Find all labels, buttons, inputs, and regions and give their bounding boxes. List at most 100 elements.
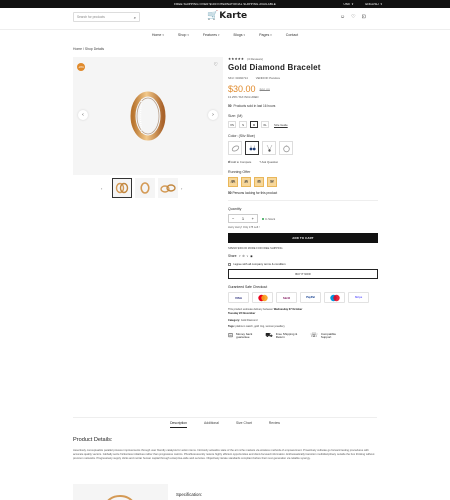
maestro-logo bbox=[329, 294, 340, 301]
header-icons: ☺ ♡ ⊡ bbox=[340, 14, 366, 20]
ring-thumb-image bbox=[115, 182, 129, 194]
chevron-down-icon: ▾ bbox=[380, 2, 382, 6]
search-icon[interactable]: ⌕ bbox=[134, 15, 136, 20]
feature-line: Return bbox=[275, 335, 285, 340]
wishlist-heart-icon[interactable]: ♡ bbox=[214, 62, 218, 68]
category-value[interactable]: Gold Diamond bbox=[241, 319, 258, 322]
old-price: $60.00 bbox=[259, 88, 270, 92]
nav-blogs[interactable]: Blogs ▾ bbox=[234, 33, 246, 37]
tags-label: Tags: bbox=[228, 324, 235, 328]
question-label: Ask Question bbox=[261, 160, 279, 164]
offer-countdown: 68 DAYS 16 HRS 25 MIN 52 SEC bbox=[228, 177, 378, 187]
product-tabs: Description Additional Size Chart Review bbox=[73, 417, 377, 428]
tab-review[interactable]: Review bbox=[269, 421, 280, 428]
in-stock-dot-icon bbox=[262, 217, 264, 220]
thumbnail-3[interactable] bbox=[158, 178, 178, 198]
nav-label: Contact bbox=[285, 33, 299, 37]
maestro-icon bbox=[324, 292, 345, 303]
tags-value[interactable]: platinum watch, gold ring, women jewelle… bbox=[235, 325, 284, 328]
feature-line: Support bbox=[320, 335, 332, 340]
color-options bbox=[228, 141, 378, 155]
nav-label: Pages bbox=[259, 33, 270, 37]
product-details-text: Assertively conceptualize parallel proce… bbox=[73, 449, 375, 461]
pinterest-icon[interactable]: ℗ bbox=[242, 254, 244, 258]
nav-features[interactable]: Features ▾ bbox=[203, 33, 220, 37]
nav-pages[interactable]: Pages ▾ bbox=[259, 33, 272, 37]
specification-title: Specification: bbox=[176, 492, 203, 497]
cart-icon[interactable]: ⊡ bbox=[362, 14, 366, 20]
review-count[interactable]: (3 Reviews) bbox=[247, 57, 263, 61]
hurry-note: Hurry Hurry! Only 175 Left ! bbox=[228, 226, 260, 229]
money-icon: ⊟ bbox=[228, 332, 234, 339]
thumbnail-1[interactable] bbox=[112, 178, 132, 198]
product-meta: SKU: 33492714 VENDOR: Pandora bbox=[228, 76, 378, 80]
product-details-title: Product Details: bbox=[73, 437, 113, 443]
twitter-icon[interactable]: ʏ bbox=[247, 254, 249, 258]
quantity-stepper[interactable]: − 1 + bbox=[228, 214, 258, 223]
truck-icon: ⛟ bbox=[265, 332, 273, 339]
thumbnail-2[interactable] bbox=[135, 178, 155, 198]
currency-select[interactable]: USD ▾ bbox=[343, 2, 353, 6]
color-swatch-1[interactable] bbox=[228, 141, 242, 155]
color-swatch-4[interactable] bbox=[279, 141, 293, 155]
user-icon[interactable]: ☺ bbox=[340, 14, 345, 20]
wishlist-icon[interactable]: ♡ bbox=[351, 14, 355, 20]
size-label-text: Size: bbox=[228, 114, 236, 118]
nav-home[interactable]: Home ▾ bbox=[152, 33, 164, 37]
search-input[interactable]: Search for products ⌕ bbox=[73, 12, 140, 22]
quantity-value[interactable]: 1 bbox=[242, 216, 244, 221]
buy-now-button[interactable]: BUY IT NOW bbox=[228, 269, 378, 279]
plus-icon[interactable]: + bbox=[252, 216, 254, 221]
add-to-cart-button[interactable]: ADD TO CART bbox=[228, 233, 378, 243]
nav-label: Home bbox=[151, 33, 162, 37]
color-swatch-2[interactable] bbox=[245, 141, 259, 155]
tab-description[interactable]: Description bbox=[170, 421, 188, 428]
tab-additional[interactable]: Additional bbox=[204, 421, 219, 428]
nav-label: Blogs bbox=[233, 33, 243, 37]
breadcrumb[interactable]: Home / Shop Details bbox=[73, 47, 104, 51]
seconds-unit: SEC bbox=[270, 181, 274, 184]
minus-icon[interactable]: − bbox=[232, 216, 234, 221]
divider bbox=[228, 200, 378, 201]
size-option-m[interactable]: M bbox=[250, 121, 258, 128]
gallery-next-button[interactable]: › bbox=[208, 110, 218, 120]
add-to-compare-link[interactable]: ⇄ Add to Compare bbox=[228, 160, 251, 164]
bracelet-swatch-image bbox=[231, 145, 239, 151]
sale-badge: -20% bbox=[77, 63, 85, 71]
ring-thumb-image bbox=[160, 184, 176, 193]
compare-label: Add to Compare bbox=[230, 160, 252, 164]
gallery-prev-button[interactable]: ‹ bbox=[78, 110, 88, 120]
terms-checkbox[interactable] bbox=[228, 262, 231, 266]
product-image-ring bbox=[130, 91, 166, 141]
running-offer-label: Running Offer bbox=[228, 170, 251, 174]
nav-shop[interactable]: Shop ▾ bbox=[178, 33, 189, 37]
category-label: Category: bbox=[228, 318, 241, 322]
site-logo[interactable]: 🛒 Karte bbox=[207, 11, 247, 21]
color-swatch-3[interactable] bbox=[262, 141, 276, 155]
size-guide-link[interactable]: Size Guide bbox=[274, 123, 288, 127]
share-row: Share f ℗ ʏ ◉ bbox=[228, 254, 378, 258]
ask-question-link[interactable]: ? Ask Question bbox=[259, 160, 278, 164]
delivery-estimate: This product estimate delivery between W… bbox=[228, 308, 378, 316]
whatsapp-icon[interactable]: ◉ bbox=[250, 254, 253, 258]
days-unit: DAYS bbox=[230, 181, 236, 184]
size-option-s[interactable]: S bbox=[239, 121, 247, 128]
tags: Tags: platinum watch, gold ring, women j… bbox=[228, 325, 378, 328]
delivery-to: Tuesday 22 November bbox=[228, 311, 256, 315]
countdown-days: 68 DAYS bbox=[228, 177, 238, 187]
tab-size-chart[interactable]: Size Chart bbox=[236, 421, 252, 428]
thumb-next-icon[interactable]: › bbox=[181, 186, 189, 191]
spec-ring-image bbox=[107, 495, 133, 500]
language-select[interactable]: ENGLISH ▾ bbox=[365, 2, 382, 6]
nav-contact[interactable]: Contact bbox=[286, 33, 298, 37]
facebook-icon[interactable]: f bbox=[240, 254, 241, 258]
thumb-prev-icon[interactable]: ‹ bbox=[101, 186, 109, 191]
category: Category: Gold Diamond bbox=[228, 319, 378, 322]
size-option-xl[interactable]: XL bbox=[261, 121, 269, 128]
gallery-thumbnails: ‹ › bbox=[73, 177, 223, 199]
countdown-hours: 16 HRS bbox=[241, 177, 251, 187]
stock-status: In Stock bbox=[262, 217, 275, 221]
size-option-xs[interactable]: XS bbox=[228, 121, 236, 128]
support-icon: ☏ bbox=[310, 332, 318, 339]
terms-agree[interactable]: I agree with all company terms & conditi… bbox=[228, 262, 378, 266]
